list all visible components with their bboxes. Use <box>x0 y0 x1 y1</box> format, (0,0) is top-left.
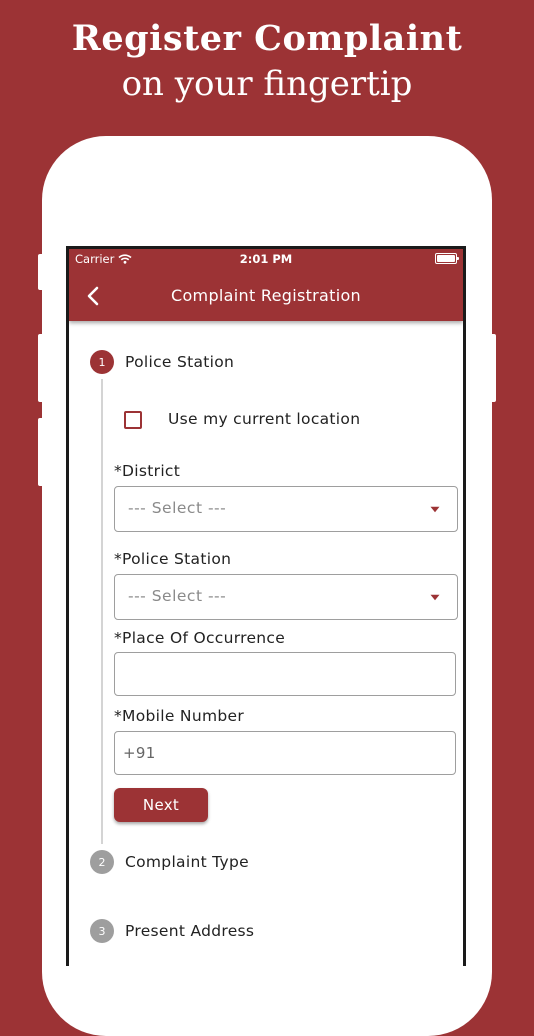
step-2-indicator[interactable]: 2 <box>90 850 114 874</box>
next-button[interactable]: Next <box>114 788 208 822</box>
phone-side-button <box>490 334 496 402</box>
district-select[interactable]: --- Select --- <box>114 486 458 532</box>
phone-side-button <box>38 334 44 402</box>
phone-screen: Carrier 2:01 PM Complaint Registration 1… <box>66 246 466 966</box>
step-1-indicator[interactable]: 1 <box>90 350 114 374</box>
step-2-number: 2 <box>98 855 106 869</box>
use-location-checkbox[interactable] <box>124 411 142 429</box>
step-3-indicator[interactable]: 3 <box>90 919 114 943</box>
page-title: Complaint Registration <box>171 286 361 305</box>
caret-down-icon <box>430 594 440 601</box>
step-3-label[interactable]: Present Address <box>125 922 254 940</box>
district-select-value: --- Select --- <box>128 499 227 517</box>
step-2-label[interactable]: Complaint Type <box>125 853 249 871</box>
mobile-number-input[interactable]: +91 <box>114 731 456 775</box>
place-of-occurrence-label: *Place Of Occurrence <box>114 629 286 647</box>
app-bar: Carrier 2:01 PM Complaint Registration <box>69 249 463 321</box>
caret-down-icon <box>430 506 440 513</box>
promo-title: Register Complaint <box>71 18 463 59</box>
step-1-number: 1 <box>98 355 106 369</box>
app-screen: Carrier 2:01 PM Complaint Registration 1… <box>69 249 463 966</box>
promo-subtitle: on your fingertip <box>121 64 413 104</box>
status-bar: Carrier 2:01 PM <box>69 251 463 269</box>
place-of-occurrence-input[interactable] <box>114 652 456 696</box>
battery-icon <box>435 253 459 264</box>
status-time: 2:01 PM <box>239 252 293 266</box>
district-label: *District <box>114 462 181 480</box>
police-station-select[interactable]: --- Select --- <box>114 574 458 620</box>
use-location-label[interactable]: Use my current location <box>168 410 360 428</box>
mobile-number-label: *Mobile Number <box>114 707 244 725</box>
phone-side-button <box>38 418 44 486</box>
stepper-connector <box>101 379 103 844</box>
mobile-number-value: +91 <box>123 744 156 762</box>
step-1-label[interactable]: Police Station <box>125 353 234 371</box>
police-station-label: *Police Station <box>114 550 232 568</box>
police-station-select-value: --- Select --- <box>128 587 227 605</box>
step-3-number: 3 <box>98 924 106 938</box>
phone-side-button <box>38 254 44 290</box>
